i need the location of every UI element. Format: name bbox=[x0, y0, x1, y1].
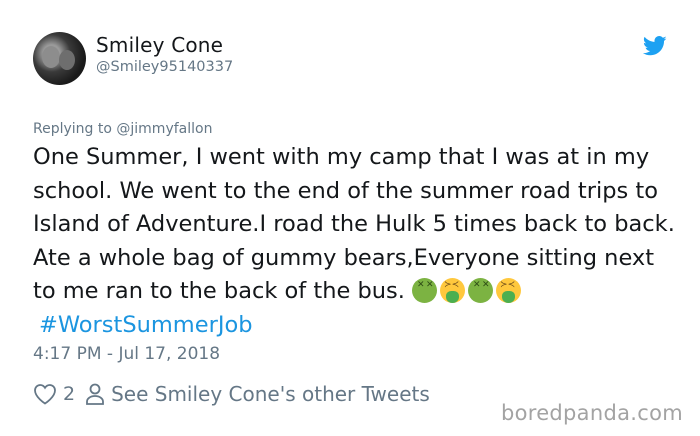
nauseated-face-icon bbox=[412, 278, 438, 303]
watermark: boredpanda.com bbox=[500, 401, 683, 425]
tweet-body: One Summer, I went with my camp that I w… bbox=[33, 144, 675, 304]
face-vomiting-icon bbox=[440, 278, 466, 303]
user-handle[interactable]: @Smiley95140337 bbox=[96, 59, 233, 75]
avatar[interactable] bbox=[33, 32, 86, 85]
display-name[interactable]: Smiley Cone bbox=[96, 33, 223, 57]
hashtag-link[interactable]: #WorstSummerJob bbox=[39, 312, 253, 338]
person-icon bbox=[86, 383, 104, 405]
reply-mention-link[interactable]: @jimmyfallon bbox=[116, 121, 212, 137]
avatar-face bbox=[42, 46, 60, 68]
tweet-actions: 2 See Smiley Cone's other Tweets bbox=[33, 380, 430, 408]
face-vomiting-icon bbox=[496, 278, 522, 303]
tweet-card: Smiley Cone @Smiley95140337 Replying to … bbox=[0, 0, 700, 436]
tweet-timestamp[interactable]: 4:17 PM - Jul 17, 2018 bbox=[33, 344, 220, 364]
tweet-text-block: One Summer, I went with my camp that I w… bbox=[33, 141, 683, 342]
nauseated-face-icon bbox=[468, 278, 494, 303]
other-tweets-link[interactable]: See Smiley Cone's other Tweets bbox=[111, 382, 430, 406]
reply-context: Replying to @jimmyfallon bbox=[33, 121, 212, 137]
like-count: 2 bbox=[63, 383, 76, 405]
reply-prefix: Replying to bbox=[33, 121, 117, 137]
heart-icon[interactable] bbox=[33, 383, 57, 405]
twitter-bird-icon[interactable] bbox=[643, 36, 667, 56]
avatar-face bbox=[59, 50, 75, 70]
